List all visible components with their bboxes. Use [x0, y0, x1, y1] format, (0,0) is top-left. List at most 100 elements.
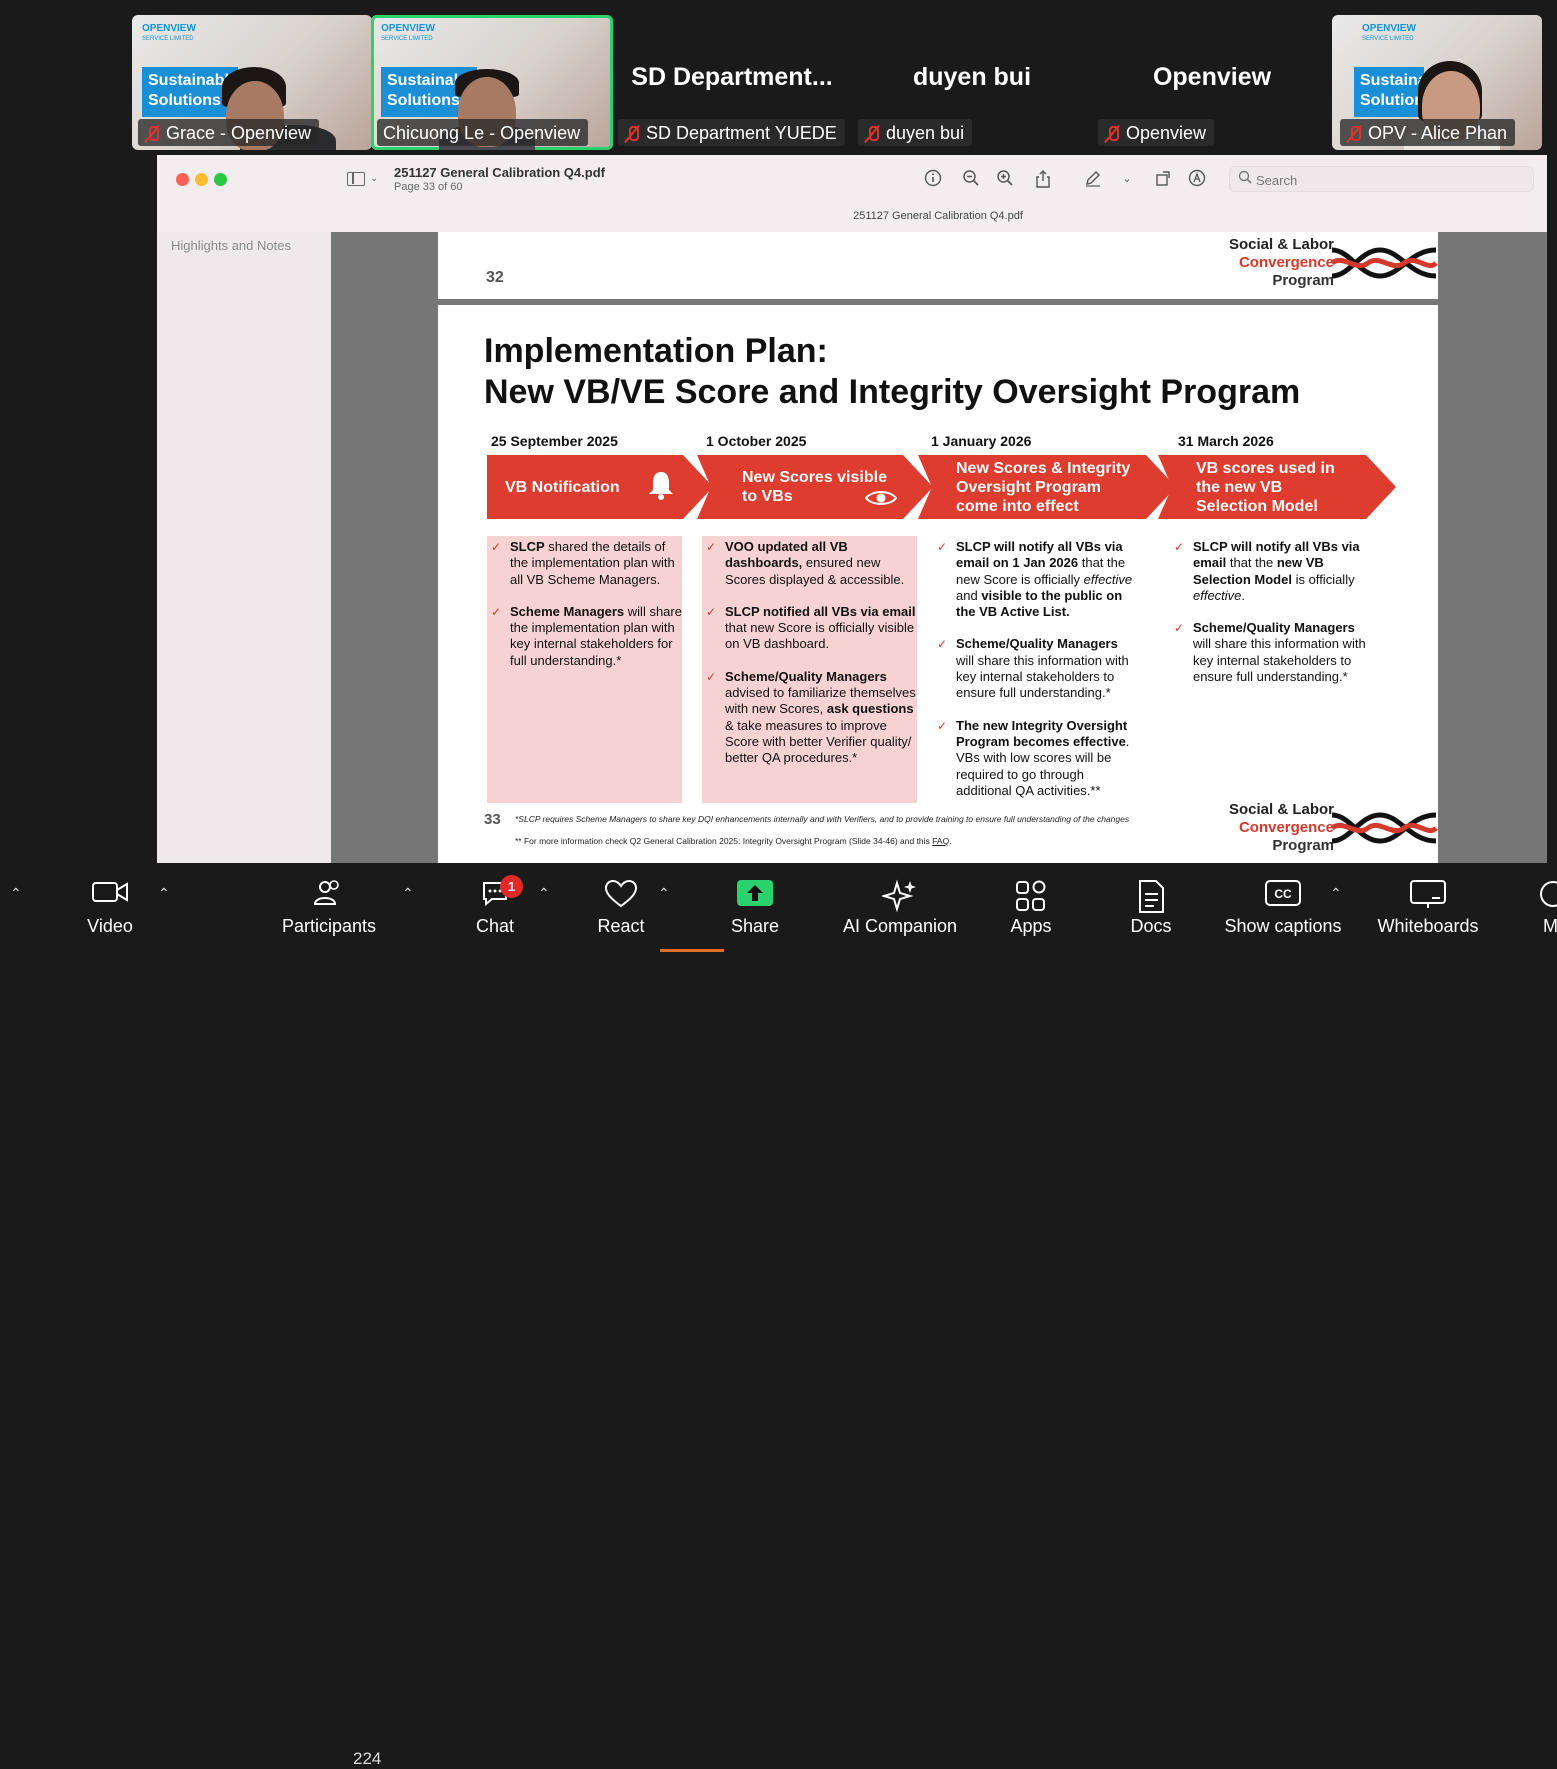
chat-unread-badge: 1 — [500, 875, 523, 898]
checkmark-icon: ✓ — [491, 540, 502, 554]
phase-date: 1 October 2025 — [706, 433, 807, 449]
logo-line-2: Convergence — [1238, 819, 1334, 836]
share-screen-icon — [737, 880, 773, 906]
logo-line-3: Program — [1272, 837, 1334, 854]
video-tile-openview[interactable]: Openview Openview — [1092, 15, 1332, 150]
apps-icon — [1016, 880, 1046, 911]
openview-logo: OPENVIEW SERVICE LIMITED — [142, 23, 196, 42]
apps-button[interactable]: Apps — [1000, 875, 1062, 945]
logo-line-3: Program — [1272, 272, 1334, 289]
search-field[interactable] — [1229, 166, 1534, 192]
caret-up-icon[interactable]: ⌃ — [10, 885, 22, 902]
openview-logo: OPENVIEW SERVICE LIMITED — [381, 23, 435, 42]
mic-off-icon — [1346, 125, 1362, 143]
search-input[interactable] — [1254, 170, 1524, 190]
phase-chevron: VB scores used in the new VB Selection M… — [1158, 455, 1396, 519]
phase-label: VB Notification — [505, 478, 620, 496]
video-tile-chicuong[interactable]: OPENVIEW SERVICE LIMITED Sustainable Solu… — [371, 15, 613, 150]
bullet-item: ✓ SLCP will notify all VBs via email on 1… — [937, 539, 1133, 620]
checkmark-icon: ✓ — [1174, 621, 1185, 636]
annotate-icon[interactable] — [1187, 169, 1207, 189]
openview-logo: OPENVIEW SERVICE LIMITED — [1362, 23, 1416, 42]
chat-options-caret[interactable]: ⌃ — [538, 885, 550, 902]
faq-link[interactable]: FAQ — [932, 836, 949, 846]
close-window-button[interactable] — [176, 173, 189, 186]
title-bar: ⌄ 251127 General Calibration Q4.pdf Page… — [157, 155, 1547, 232]
participants-button[interactable]: Participants — [278, 875, 380, 945]
whiteboard-icon — [1410, 880, 1446, 908]
phase-date: 1 January 2026 — [931, 433, 1032, 449]
slide-title-line-1: Implementation Plan: — [484, 332, 828, 370]
closed-captions-icon: CC — [1265, 880, 1301, 906]
phase-date: 31 March 2026 — [1178, 433, 1274, 449]
info-icon[interactable] — [923, 169, 943, 189]
phase-column-3: ✓ SLCP will notify all VBs via email on 1… — [933, 536, 1138, 815]
participants-icon — [313, 880, 339, 905]
checkmark-icon: ✓ — [937, 540, 948, 554]
document-canvas[interactable]: 32 Social & Labor Convergence Program Im… — [331, 232, 1547, 863]
markup-pen-icon[interactable] — [1083, 169, 1103, 189]
minimize-window-button[interactable] — [195, 173, 208, 186]
highlights-notes-sidebar: Highlights and Notes — [157, 232, 331, 863]
participant-count: 224 — [353, 1749, 382, 1768]
share-screen-button[interactable]: Share — [724, 875, 786, 945]
whiteboards-button[interactable]: Whiteboards — [1372, 875, 1484, 945]
slide-title-line-2: New VB/VE Score and Integrity Oversight … — [484, 373, 1301, 411]
zoom-window-button[interactable] — [214, 173, 227, 186]
zoom-in-icon[interactable] — [995, 169, 1015, 189]
slcp-knot-icon — [1330, 247, 1438, 279]
bullet-item: ✓ The new Integrity Oversight Program bec… — [937, 717, 1130, 798]
phase-column-4: ✓ SLCP will notify all VBs via email that… — [1170, 536, 1370, 701]
phase-label: VB scores used in the new VB Selection M… — [1196, 459, 1335, 515]
bullet-item: ✓ Scheme/Quality Managers will share this… — [937, 636, 1129, 701]
logo-line-1: Social & Labor — [1228, 236, 1334, 253]
zoom-out-icon[interactable] — [961, 169, 981, 189]
checkmark-icon: ✓ — [706, 540, 717, 554]
background-banner: Sustainable Solutions — [1354, 67, 1450, 117]
video-camera-icon — [92, 882, 128, 902]
participant-name-tag: Openview — [1098, 119, 1215, 146]
sidebar-toggle-button[interactable]: ⌄ — [347, 170, 379, 188]
video-options-caret[interactable]: ⌃ — [158, 885, 170, 902]
ai-sparkle-icon — [882, 879, 916, 913]
mic-off-icon — [624, 125, 640, 143]
docs-button[interactable]: Docs — [1120, 875, 1182, 945]
phase-label: New Scores & Integrity Oversight Program… — [956, 459, 1131, 515]
video-tile-grace[interactable]: OPENVIEW SERVICE LIMITED Sustainable Solu… — [132, 15, 372, 150]
ai-companion-button[interactable]: AI Companion — [840, 875, 960, 945]
share-icon[interactable] — [1033, 169, 1053, 189]
video-tile-sd-department[interactable]: SD Department... SD Department YUEDE — [612, 15, 852, 150]
phase-date: 25 September 2025 — [491, 433, 618, 449]
bullet-item: ✓ SLCP will notify all VBs via email that… — [1174, 539, 1360, 603]
phase-column-1: ✓ SLCP shared the details of the implemen… — [487, 536, 682, 803]
video-gallery: OPENVIEW SERVICE LIMITED Sustainable Solu… — [0, 0, 1557, 155]
checkmark-icon: ✓ — [937, 637, 948, 652]
video-tile-alice-phan[interactable]: OPENVIEW SERVICE LIMITED Sustainable Solu… — [1332, 15, 1542, 150]
sidebar-icon — [347, 172, 365, 186]
participant-name-tag: Grace - Openview — [138, 119, 320, 146]
show-captions-button[interactable]: CC Show captions — [1220, 875, 1346, 945]
chevron-down-icon[interactable]: ⌄ — [1117, 169, 1137, 189]
slcp-logo: Social & Labor Convergence Program — [1206, 801, 1438, 857]
sidebar-heading: Highlights and Notes — [171, 238, 291, 253]
more-button[interactable]: M — [1535, 875, 1557, 945]
participant-name-tag: duyen bui — [858, 119, 973, 146]
rotate-icon[interactable] — [1153, 169, 1173, 189]
react-button[interactable]: React — [590, 875, 652, 945]
react-options-caret[interactable]: ⌃ — [658, 885, 670, 902]
footnote-1: *SLCP requires Scheme Managers to share … — [515, 814, 1130, 824]
bullet-item: ✓ Scheme Managers will share the implemen… — [491, 603, 682, 668]
more-icon — [1540, 881, 1557, 907]
phase-chevron: New Scores & Integrity Oversight Program… — [918, 455, 1176, 519]
slide-page-33: Implementation Plan: New VB/VE Score and… — [438, 305, 1438, 863]
captions-options-caret[interactable]: ⌃ — [1330, 885, 1342, 902]
slcp-knot-icon — [1330, 812, 1438, 844]
video-tile-duyen-bui[interactable]: duyen bui duyen bui — [852, 15, 1092, 150]
footnote-2: ** For more information check Q2 General… — [515, 836, 952, 846]
participant-display-name: duyen bui — [912, 63, 1032, 91]
checkmark-icon: ✓ — [706, 604, 717, 619]
participants-options-caret[interactable]: ⌃ — [402, 885, 414, 902]
pdf-viewer-window: ⌄ 251127 General Calibration Q4.pdf Page… — [157, 155, 1547, 863]
bullet-item: ✓ SLCP notified all VBs via email that ne… — [706, 603, 916, 652]
video-button[interactable]: Video — [70, 875, 150, 945]
